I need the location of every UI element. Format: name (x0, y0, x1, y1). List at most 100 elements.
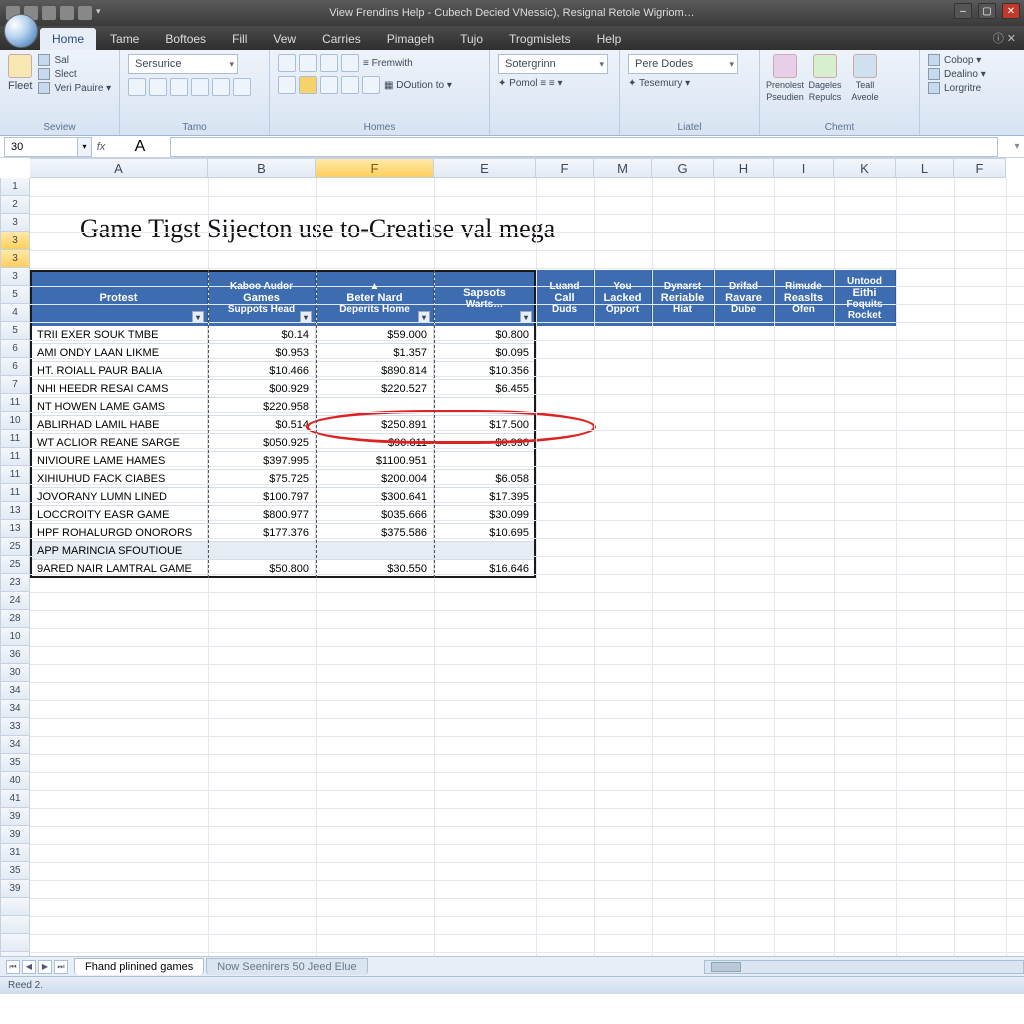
cell[interactable]: $16.646 (434, 560, 536, 578)
qat-icon[interactable] (78, 6, 92, 20)
align-button[interactable] (362, 76, 380, 94)
align-button[interactable] (278, 76, 296, 94)
table-row[interactable]: HPF ROHALURGD ONORORS$177.376$375.586$10… (30, 524, 896, 542)
cell[interactable]: $250.891 (316, 416, 434, 434)
pomol-button[interactable]: ✦ Pomol ≡ ≡ ▾ (498, 78, 563, 89)
formula-bar[interactable] (170, 137, 998, 157)
ribbon-tab[interactable]: Pimageh (375, 28, 446, 50)
table-row[interactable]: APP MARINCIA SFOUTIOUE (30, 542, 896, 560)
table-row[interactable]: XIHIUHUD FACK CIABES$75.725$200.004$6.05… (30, 470, 896, 488)
editing-c[interactable]: Lorgritre (928, 82, 986, 94)
column-header[interactable]: I (774, 158, 834, 178)
row-header[interactable]: 4 (0, 304, 30, 322)
row-header[interactable]: 11 (0, 466, 30, 484)
cell[interactable]: HPF ROHALURGD ONORORS (30, 524, 208, 542)
table-row[interactable]: ABLIRHAD LAMIL HABE$0.514$250.891$17.500 (30, 416, 896, 434)
cell[interactable]: $220.958 (208, 398, 316, 416)
cell[interactable]: JOVORANY LUMN LINED (30, 488, 208, 506)
table-header[interactable]: SapsotsWarts…▾ (434, 270, 536, 326)
cell[interactable]: WT ACLIOR REANE SARGE (30, 434, 208, 452)
cell[interactable]: AMI ONDY LAAN LIKME (30, 344, 208, 362)
spreadsheet-grid[interactable]: ABFEFMGHIKLF 123333545667111011111111131… (0, 158, 1024, 994)
table-row[interactable]: JOVORANY LUMN LINED$100.797$300.641$17.3… (30, 488, 896, 506)
column-header[interactable]: F (954, 158, 1006, 178)
scroll-thumb[interactable] (711, 962, 741, 972)
cell[interactable]: $1.357 (316, 344, 434, 362)
cells-area[interactable]: Game Tigst Sijecton use to-Creatise val … (30, 178, 1024, 994)
cell[interactable] (208, 542, 316, 560)
row-header[interactable]: 30 (0, 664, 30, 682)
cell[interactable]: $890.814 (316, 362, 434, 380)
table-row[interactable]: LOCCROITY EASR GAME$800.977$035.666$30.0… (30, 506, 896, 524)
sheet-nav-first[interactable]: ⏮ (6, 960, 20, 974)
row-header[interactable]: 34 (0, 700, 30, 718)
sheet-tab[interactable]: Now Seenirers 50 Jeed Elue (206, 958, 367, 975)
qat-icon[interactable] (42, 6, 56, 20)
qat-icon[interactable] (60, 6, 74, 20)
cell[interactable]: $0.095 (434, 344, 536, 362)
ribbon-tab[interactable]: Help (585, 28, 634, 50)
styles-combo[interactable]: Pere Dodes (628, 54, 738, 74)
cell[interactable]: NIVIOURE LAME HAMES (30, 452, 208, 470)
cell[interactable]: $0.953 (208, 344, 316, 362)
row-header[interactable]: 5 (0, 286, 30, 304)
table-header[interactable]: UntoodEithiFoquits Rocket (834, 270, 896, 326)
cell[interactable]: HT. ROIALL PAUR BALIA (30, 362, 208, 380)
cell[interactable]: $75.725 (208, 470, 316, 488)
wrap-text-button[interactable]: ≡ Fremwith (363, 58, 413, 69)
ribbon-tab[interactable]: Tame (98, 28, 151, 50)
fill-button[interactable] (212, 78, 230, 96)
row-header[interactable]: 13 (0, 520, 30, 538)
table-row[interactable]: AMI ONDY LAAN LIKME$0.953$1.357$0.095 (30, 344, 896, 362)
cell[interactable] (434, 398, 536, 416)
row-header[interactable] (0, 916, 30, 934)
row-header[interactable] (0, 898, 30, 916)
slect-button[interactable]: Slect (38, 68, 111, 80)
table-header[interactable]: RimudeReasltsOfen (774, 270, 834, 326)
row-header[interactable]: 11 (0, 430, 30, 448)
row-header[interactable]: 1 (0, 178, 30, 196)
paste-button[interactable]: Fleet (8, 54, 32, 92)
cell[interactable] (434, 452, 536, 470)
cell[interactable]: $0.14 (208, 326, 316, 344)
ribbon-help-icon[interactable]: ⓘ ✕ (993, 30, 1016, 46)
cell[interactable]: $6.058 (434, 470, 536, 488)
column-header[interactable]: F (536, 158, 594, 178)
table-row[interactable]: NT HOWEN LAME GAMS$220.958 (30, 398, 896, 416)
ribbon-tab[interactable]: Trogmislets (497, 28, 583, 50)
table-header[interactable]: LuandCallDuds (536, 270, 594, 326)
cell[interactable]: $0.514 (208, 416, 316, 434)
cell[interactable]: $50.800 (208, 560, 316, 578)
formula-bar-expand[interactable]: ▾ (1010, 137, 1024, 157)
row-header[interactable]: 11 (0, 394, 30, 412)
sal-button[interactable]: Sal (38, 54, 111, 66)
cell[interactable]: $220.527 (316, 380, 434, 398)
cell[interactable]: $0.800 (434, 326, 536, 344)
column-header[interactable]: G (652, 158, 714, 178)
cell[interactable]: $10.356 (434, 362, 536, 380)
row-header[interactable]: 25 (0, 538, 30, 556)
name-box-dropdown[interactable]: ▾ (78, 137, 92, 157)
row-header[interactable]: 10 (0, 628, 30, 646)
row-header[interactable]: 11 (0, 448, 30, 466)
table-header[interactable]: Protest▾ (30, 270, 208, 326)
column-header[interactable]: L (896, 158, 954, 178)
fx-icon[interactable]: fx (92, 141, 110, 153)
font-combo[interactable]: Sersurice (128, 54, 238, 74)
table-row[interactable]: NHI HEEDR RESAI CAMS$00.929$220.527$6.45… (30, 380, 896, 398)
row-header[interactable]: 3 (0, 250, 30, 268)
row-header[interactable]: 3 (0, 214, 30, 232)
ribbon-tab[interactable]: Fill (220, 28, 259, 50)
column-header[interactable]: A (30, 158, 208, 178)
align-button[interactable] (320, 76, 338, 94)
row-header[interactable]: 2 (0, 196, 30, 214)
row-header[interactable]: 6 (0, 358, 30, 376)
column-header[interactable]: F (316, 158, 434, 178)
align-button[interactable] (299, 76, 317, 94)
ribbon-tab[interactable]: Home (40, 28, 96, 50)
sheet-nav-next[interactable]: ▶ (38, 960, 52, 974)
cell[interactable]: ABLIRHAD LAMIL HABE (30, 416, 208, 434)
row-header[interactable]: 28 (0, 610, 30, 628)
table-header[interactable]: DrifadRavareDube (714, 270, 774, 326)
editing-b[interactable]: Dealino ▾ (928, 68, 986, 80)
